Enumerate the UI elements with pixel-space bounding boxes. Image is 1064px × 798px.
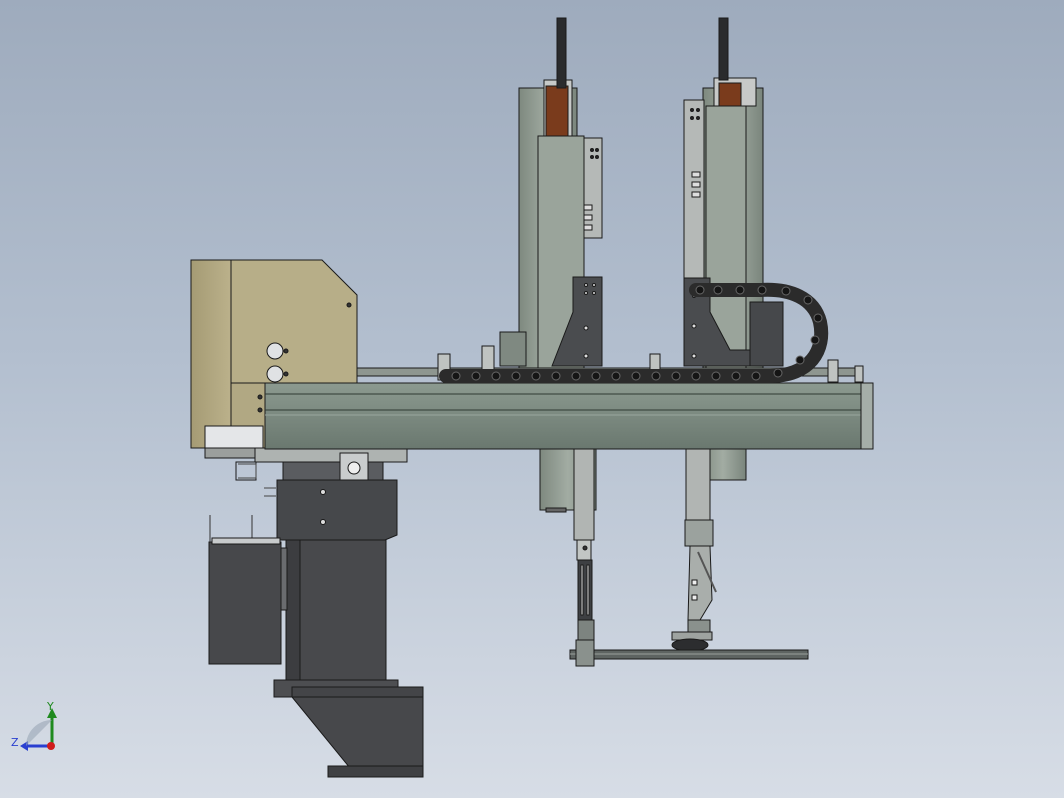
coordinate-triad-icon: Y Z	[11, 700, 57, 751]
triad-y-label: Y	[46, 700, 54, 713]
vertical-drive-column	[208, 447, 424, 778]
cad-viewport[interactable]: Y Z	[0, 0, 1064, 798]
triad-z-label: Z	[11, 736, 19, 749]
vertical-axis-right	[671, 17, 784, 652]
gantry-robot-drawing: Y Z	[11, 17, 874, 778]
vertical-axis-left	[499, 17, 603, 651]
